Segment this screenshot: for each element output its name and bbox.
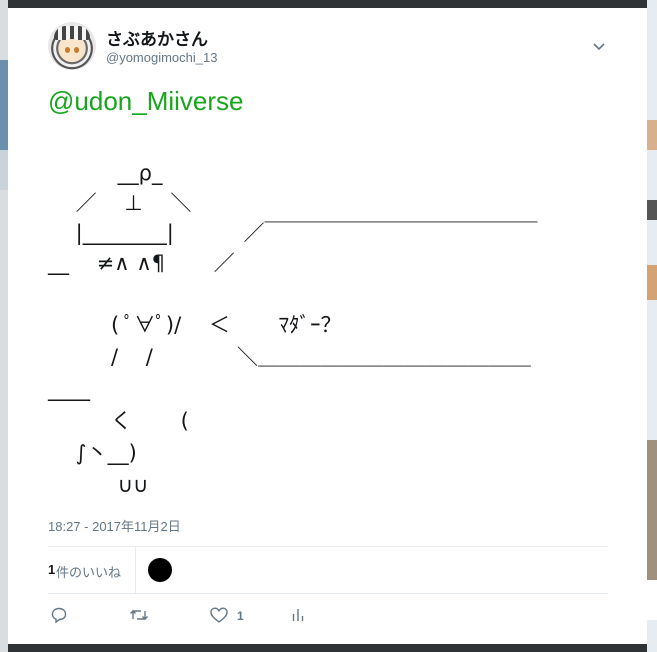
- likes-count: 1: [48, 562, 56, 577]
- ascii-art-line: / / ＼＿＿＿＿＿＿＿＿＿＿＿＿＿: [48, 345, 531, 369]
- like-action-count: 1: [237, 609, 244, 623]
- background-page-left: [0, 0, 8, 652]
- ascii-art-line: |________| ／￣￣￣￣￣￣￣￣￣￣￣￣￣: [48, 221, 538, 245]
- ascii-art-line: __ ≠∧ ∧¶ ／: [48, 251, 235, 275]
- ascii-art-line: ∫丶__): [48, 441, 137, 465]
- ascii-art-line: ／ ⊥ ＼: [48, 191, 192, 215]
- heart-icon[interactable]: [209, 606, 229, 626]
- ascii-art-line: __ρ_: [48, 161, 163, 185]
- ascii-art-line: ∪∪: [48, 473, 149, 497]
- reply-icon[interactable]: [50, 606, 68, 626]
- analytics-icon[interactable]: [291, 606, 305, 626]
- chevron-down-icon[interactable]: [591, 38, 607, 54]
- overlay-top: [0, 0, 657, 8]
- background-page-right: [647, 0, 657, 652]
- overlay-bottom: [0, 644, 657, 652]
- display-name[interactable]: さぶあかさん: [106, 25, 208, 50]
- tweet-modal: さぶあかさん @yomogimochi_13 @udon_Miiverse __…: [8, 8, 647, 644]
- likes-stat[interactable]: 1 件のいいね: [48, 547, 136, 593]
- liker-avatar[interactable]: [148, 558, 172, 582]
- ascii-art-line: ____: [48, 377, 90, 401]
- ascii-art-line: く (: [48, 409, 189, 433]
- ascii-art-line: ( ﾟ∀ﾟ)/ ＜ ﾏﾀﾞｰ？: [48, 313, 342, 337]
- avatar[interactable]: [48, 22, 96, 70]
- tweet-timestamp[interactable]: 18:27 - 2017年11月2日: [48, 516, 181, 535]
- likes-label: 件のいいね: [56, 566, 122, 581]
- retweet-icon[interactable]: [129, 606, 149, 626]
- user-handle[interactable]: @yomogimochi_13: [106, 50, 217, 65]
- mention-link[interactable]: @udon_Miiverse: [48, 86, 243, 117]
- divider: [48, 593, 608, 594]
